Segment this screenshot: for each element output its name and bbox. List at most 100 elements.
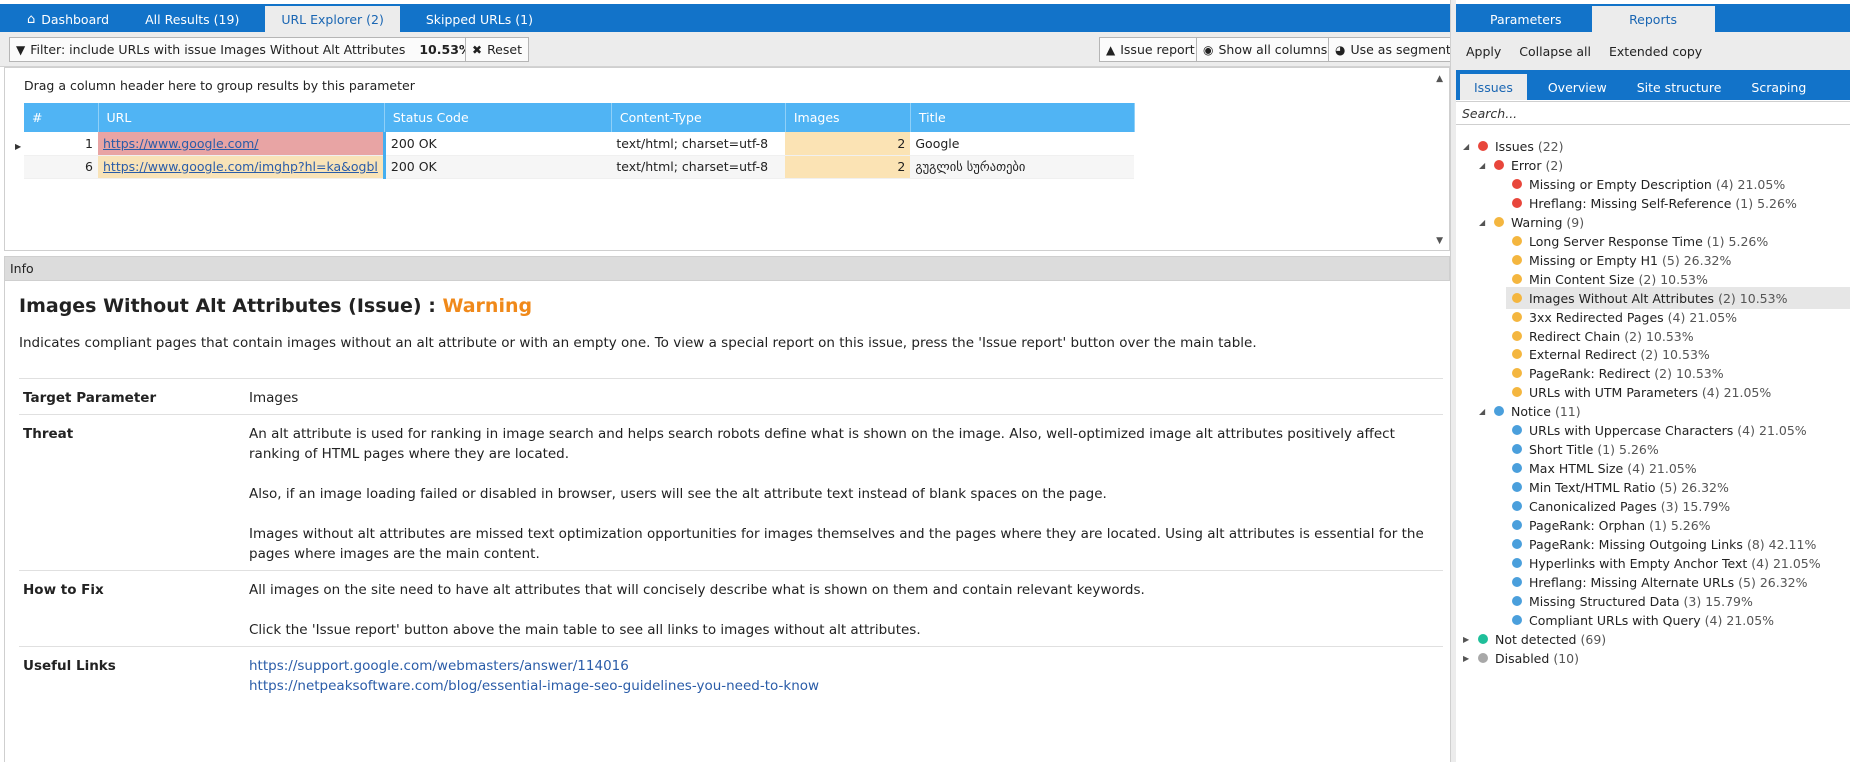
tree-node-label: Compliant URLs with Query [1529, 612, 1701, 628]
useful-link[interactable]: https://netpeaksoftware.com/blog/essenti… [249, 676, 1439, 696]
severity-dot-icon [1512, 577, 1522, 587]
severity-dot-icon [1494, 160, 1504, 170]
reset-button[interactable]: ✖ Reset [465, 37, 529, 62]
filter-button[interactable]: ▼ Filter: include URLs with issue Images… [9, 37, 518, 62]
tab-reports[interactable]: Reports [1591, 6, 1715, 32]
collapse-arrow-icon[interactable]: ◢ [1479, 218, 1485, 227]
tree-node-count: (4) [1751, 555, 1769, 571]
tree-node-label: PageRank: Missing Outgoing Links [1529, 536, 1743, 552]
tree-node-count: (4) [1667, 309, 1686, 325]
scroll-down-arrow[interactable]: ▼ [1436, 236, 1443, 246]
severity-dot-icon [1512, 482, 1522, 492]
col-header-images[interactable]: Images [785, 103, 911, 132]
tab-issues[interactable]: Issues [1460, 74, 1527, 100]
tab-overview[interactable]: Overview [1533, 74, 1622, 100]
cell-images: 2 [785, 155, 911, 179]
tab-skipped-urls[interactable]: Skipped URLs (1) [408, 6, 551, 32]
severity-dot-icon [1512, 331, 1522, 341]
severity-dot-icon [1512, 539, 1522, 549]
detail-key: Threat [19, 414, 245, 571]
col-header-url[interactable]: URL [98, 103, 385, 132]
severity-dot-icon [1512, 312, 1522, 322]
tree-node-percent: 21.05% [1689, 309, 1738, 325]
expand-arrow-icon[interactable]: ▶ [1463, 635, 1469, 644]
tree-node-count: (2) [1654, 365, 1672, 381]
tree-node-count: (1) [1597, 441, 1616, 457]
cell-url[interactable]: https://www.google.com/ [98, 132, 385, 156]
tree-node-percent: 10.53% [1660, 271, 1708, 287]
warning-icon: ▲ [1106, 42, 1116, 57]
tree-node-percent: 5.26% [1619, 441, 1659, 457]
tree-node-count: (4) [1627, 460, 1645, 476]
col-header-title[interactable]: Title [910, 103, 1135, 132]
tree-node-label: Disabled [1495, 650, 1550, 666]
cell-url[interactable]: https://www.google.com/imghp?hl=ka&ogbl [98, 155, 385, 179]
threat-paragraph: An alt attribute is used for ranking in … [249, 426, 1395, 462]
home-icon: ⌂ [27, 11, 36, 27]
useful-link[interactable]: https://support.google.com/webmasters/an… [249, 656, 1439, 676]
table-header-row: # URL Status Code Content-Type Images Ti… [24, 103, 1135, 132]
scroll-up-arrow[interactable]: ▲ [1436, 74, 1443, 84]
col-header-num[interactable]: # [24, 103, 99, 132]
tree-node-count: (4) [1737, 422, 1756, 438]
cell-title: გუგლის სურათები [910, 155, 1135, 179]
cell-images: 2 [785, 132, 911, 156]
tree-node-label: URLs with UTM Parameters [1529, 384, 1698, 400]
severity-dot-icon [1512, 255, 1522, 265]
tab-all-results[interactable]: All Results (19) [127, 6, 257, 32]
tab-dashboard[interactable]: ⌂ Dashboard [9, 6, 127, 32]
filter-icon: ▼ [16, 42, 26, 57]
tree-node-label: 3xx Redirected Pages [1529, 309, 1664, 325]
issue-title: Images Without Alt Attributes (Issue) : … [19, 295, 532, 317]
apply-button[interactable]: Apply [1466, 44, 1501, 59]
url-link[interactable]: https://www.google.com/ [103, 136, 259, 151]
issue-report-button[interactable]: ▲ Issue report [1099, 37, 1202, 62]
use-as-segment-button[interactable]: ◕ Use as segment [1328, 37, 1458, 62]
collapse-arrow-icon[interactable]: ◢ [1479, 161, 1485, 170]
cell-status: 200 OK [382, 132, 612, 156]
show-all-columns-button[interactable]: ◉ Show all columns [1196, 37, 1335, 62]
tree-node-percent: 21.05% [1737, 176, 1786, 192]
reports-tab-bar: Issues Overview Site structure Scraping [1456, 70, 1850, 100]
severity-dot-icon [1512, 463, 1522, 473]
tree-node-percent: 15.79% [1705, 593, 1753, 609]
tree-node-percent: 5.26% [1728, 233, 1769, 249]
severity-dot-icon [1512, 198, 1522, 208]
col-header-status-code[interactable]: Status Code [384, 103, 612, 132]
tree-node-count: (4) [1715, 176, 1734, 192]
detail-row-links: Useful Links https://support.google.com/… [19, 646, 1443, 702]
tab-url-explorer[interactable]: URL Explorer (2) [265, 6, 400, 32]
collapse-arrow-icon[interactable]: ◢ [1463, 142, 1469, 151]
tree-node-label: Redirect Chain [1529, 328, 1621, 344]
tree-node-count: (2) [1638, 271, 1657, 287]
tab-site-structure[interactable]: Site structure [1622, 74, 1737, 100]
show-all-columns-label: Show all columns [1218, 42, 1328, 57]
tree-node-label: URLs with Uppercase Characters [1529, 422, 1734, 438]
tree-node-count: (2) [1624, 328, 1642, 344]
severity-dot-icon [1512, 501, 1522, 511]
tree-node-count: (1) [1706, 233, 1725, 249]
tree-node-count: (2) [1718, 290, 1736, 306]
tree-node[interactable]: ▶ Disabled (10) [1456, 647, 1850, 669]
filter-label: Filter: include URLs with issue Images W… [30, 42, 406, 57]
collapse-all-button[interactable]: Collapse all [1519, 44, 1591, 59]
tree-node-label: Hreflang: Missing Alternate URLs [1529, 574, 1735, 590]
expand-arrow-icon[interactable]: ▶ [1463, 654, 1469, 663]
table-row[interactable]: 1 https://www.google.com/ 200 OK text/ht… [24, 132, 1135, 156]
table-row[interactable]: 6 https://www.google.com/imghp?hl=ka&ogb… [24, 155, 1135, 179]
extended-copy-button[interactable]: Extended copy [1609, 44, 1702, 59]
side-pane: Parameters Reports Apply Collapse all Ex… [1456, 0, 1850, 762]
col-header-content-type[interactable]: Content-Type [611, 103, 786, 132]
search-input[interactable] [1462, 105, 1842, 121]
tab-scraping[interactable]: Scraping [1736, 74, 1821, 100]
severity-dot-icon [1512, 274, 1522, 284]
url-link[interactable]: https://www.google.com/imghp?hl=ka&ogbl [103, 159, 378, 174]
collapse-arrow-icon[interactable]: ◢ [1479, 407, 1485, 416]
tree-node-count: (5) [1661, 252, 1680, 268]
detail-value: https://support.google.com/webmasters/an… [245, 646, 1443, 702]
info-panel: Images Without Alt Attributes (Issue) : … [4, 281, 1450, 762]
tree-node-label: Images Without Alt Attributes [1529, 290, 1715, 306]
tab-parameters[interactable]: Parameters [1466, 6, 1586, 32]
results-grid: Drag a column header here to group resul… [4, 67, 1450, 251]
severity-dot-icon [1512, 179, 1522, 189]
